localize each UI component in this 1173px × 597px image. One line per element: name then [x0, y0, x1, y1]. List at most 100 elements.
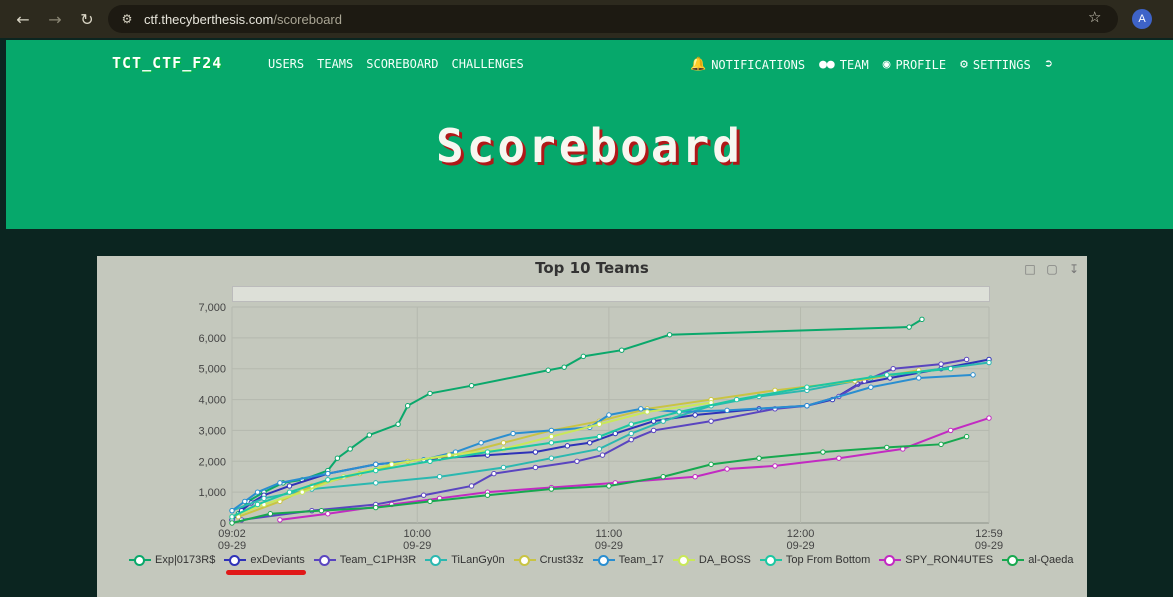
y-tick-label: 4,000 — [198, 395, 226, 407]
data-point — [500, 464, 507, 471]
y-tick-label: 1,000 — [198, 487, 226, 499]
x-tick-label: 09-29 — [218, 540, 246, 552]
data-point — [242, 498, 248, 505]
site-navbar: TCT_CTF_F24 USERS TEAMS SCOREBOARD CHALL… — [6, 40, 1173, 89]
nav-notifications-label: NOTIFICATIONS — [711, 57, 806, 72]
x-tick-label: 09-29 — [975, 540, 1003, 552]
legend-label: TiLanGy0n — [451, 554, 505, 566]
data-point — [325, 477, 331, 483]
data-point — [599, 452, 606, 458]
legend-item[interactable]: Team_C1PH3R — [313, 554, 417, 566]
nav-profile-label: PROFILE — [895, 57, 947, 72]
nav-notifications[interactable]: 🔔 NOTIFICATIONS — [690, 57, 805, 72]
nav-settings[interactable]: ⚙ SETTINGS — [960, 57, 1031, 72]
data-point — [532, 449, 539, 455]
data-point — [868, 384, 874, 390]
data-point — [561, 364, 567, 370]
data-point — [548, 455, 555, 461]
legend-marker — [129, 554, 151, 566]
data-point — [389, 461, 395, 468]
cogs-icon: ⚙ — [960, 57, 968, 72]
data-point — [580, 353, 587, 360]
legend-item[interactable]: exDeviants — [224, 554, 305, 566]
data-point — [606, 483, 612, 489]
profile-avatar[interactable]: A — [1132, 9, 1152, 29]
data-point — [628, 421, 634, 427]
legend-item[interactable]: Top From Bottom — [759, 554, 870, 566]
data-point — [491, 470, 497, 477]
data-point — [708, 418, 714, 424]
data-point — [373, 480, 379, 486]
address-bar[interactable]: ⚙ ctf.thecyberthesis.com/scoreboard — [108, 5, 1118, 33]
bookmark-star-icon[interactable]: ☆ — [1088, 8, 1101, 26]
brand-logo[interactable]: TCT_CTF_F24 — [112, 54, 222, 72]
data-point — [373, 461, 379, 468]
data-point — [404, 403, 411, 409]
legend-item[interactable]: Crust33z — [513, 554, 584, 566]
data-point — [836, 455, 842, 461]
data-point — [963, 356, 970, 363]
data-point — [325, 470, 331, 477]
legend-item[interactable]: DA_BOSS — [672, 554, 751, 566]
data-point — [436, 474, 443, 480]
nav-logout[interactable]: ➲ — [1045, 57, 1053, 72]
data-point — [660, 474, 666, 480]
nav-users[interactable]: USERS — [268, 57, 304, 71]
legend-item[interactable]: al-Qaeda — [1002, 554, 1074, 566]
back-arrow-icon[interactable]: ← — [6, 2, 40, 36]
nav-challenges[interactable]: CHALLENGES — [452, 57, 524, 71]
data-point — [484, 492, 491, 498]
forward-arrow-icon[interactable]: → — [38, 2, 72, 36]
user-circle-icon: ◉ — [882, 57, 891, 72]
url-path: /scoreboard — [273, 11, 342, 27]
legend-marker — [592, 554, 615, 566]
series-line — [231, 318, 923, 521]
data-point — [548, 433, 555, 440]
legend-item[interactable]: SPY_RON4UTES — [879, 554, 993, 566]
legend-item[interactable]: Exp|0173R$ — [129, 554, 215, 566]
legend-item[interactable]: TiLanGy0n — [425, 554, 505, 566]
x-tick-label: 09-29 — [595, 540, 623, 552]
legend-dot — [677, 555, 689, 566]
legend-label: Team_C1PH3R — [339, 554, 417, 566]
site-settings-icon[interactable]: ⚙ — [118, 10, 136, 28]
nav-profile[interactable]: ◉ PROFILE — [883, 57, 946, 72]
data-point — [574, 458, 580, 464]
nav-scoreboard[interactable]: SCOREBOARD — [366, 57, 438, 71]
series-line — [231, 373, 974, 512]
legend-label: SPY_RON4UTES — [905, 554, 994, 566]
data-point — [254, 501, 261, 508]
data-point — [427, 458, 433, 464]
reload-icon[interactable]: ↻ — [70, 2, 104, 36]
legend-marker — [759, 554, 782, 566]
legend-dot — [884, 555, 896, 566]
data-point — [395, 421, 401, 427]
y-tick-label: 2,000 — [198, 456, 226, 468]
data-point — [286, 483, 293, 489]
data-point — [229, 514, 235, 520]
data-point — [644, 409, 650, 415]
data-point — [618, 347, 625, 353]
data-point — [484, 449, 491, 455]
x-tick-label: 12:00 — [787, 528, 815, 540]
data-point — [548, 427, 555, 434]
chart-legend: Exp|0173R$ exDeviants Team_C1PH3R TiLanGy0n… — [129, 554, 1074, 566]
data-point — [446, 452, 452, 458]
data-point — [947, 366, 954, 372]
legend-marker — [224, 554, 247, 566]
nav-right-links: 🔔 NOTIFICATIONS ●● TEAM ◉ PROFILE ⚙ SETTINGS… — [690, 57, 1053, 72]
data-point — [564, 443, 571, 449]
data-point — [427, 498, 433, 505]
legend-item[interactable]: Team_17 — [592, 554, 664, 566]
y-tick-label: 7,000 — [198, 302, 226, 314]
nav-team[interactable]: ●● TEAM — [819, 57, 869, 72]
data-point — [938, 361, 944, 367]
data-point — [254, 489, 261, 495]
legend-label: al-Qaeda — [1028, 554, 1074, 566]
nav-teams[interactable]: TEAMS — [317, 57, 353, 71]
legend-dot — [229, 555, 241, 566]
data-point — [708, 461, 714, 468]
data-point — [628, 430, 634, 437]
legend-dot — [318, 555, 330, 566]
data-point — [229, 520, 235, 526]
